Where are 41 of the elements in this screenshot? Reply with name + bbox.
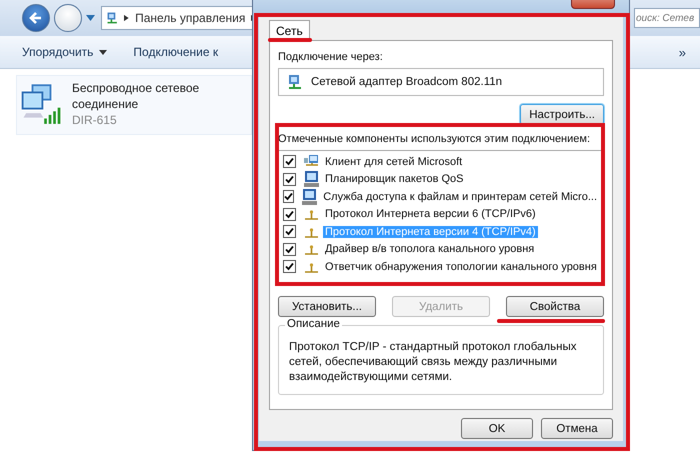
network-adapter-icon [287,74,303,90]
checkbox[interactable] [283,190,294,204]
computer-icon [301,188,318,205]
back-arrow-icon [29,11,43,25]
connection-item[interactable]: Беспроводное сетевое соединение DIR-615 [16,75,252,135]
component-action-button[interactable]: Установить... [278,296,376,317]
description-text: Протокол TCP/IP - стандартный протокол глобальных сетей, обеспечивающий связь между различными взаимодействующими сетями. [289,340,578,385]
component-item[interactable]: Клиент для сетей Microsoft [323,156,464,168]
toolbar-button[interactable]: Упорядочить [22,43,108,61]
component-item[interactable]: Планировщик пакетов QoS [323,173,466,186]
caret-icon [99,50,108,54]
dialog-button[interactable]: Отмена [541,418,613,439]
component-item[interactable]: Драйвер в/в тополога канального уровня [323,243,536,256]
component-item[interactable]: Служба доступа к файлам и принтерам сетей Micro... [321,190,599,203]
component-action-button[interactable]: Свойства [506,296,604,317]
underline-mark [268,38,312,42]
breadcrumb-item[interactable]: Панель управления [135,11,246,25]
forward-button[interactable] [54,4,82,32]
search-field[interactable]: оиск: Сетев [634,8,700,28]
configure-button[interactable]: Настроить... [520,104,604,125]
component-item[interactable]: Ответчик обнаружения топологии канального уровня [323,260,599,273]
description-title: Описание [285,318,342,330]
components-label: Отмеченные компоненты используются этим подключением: [278,133,592,145]
adapter-name: Сетевой адаптер Broadcom 802.11n [311,76,502,88]
checkbox[interactable] [283,260,296,274]
checkbox[interactable] [283,172,296,186]
checkbox[interactable] [283,242,296,256]
checkbox[interactable] [283,225,296,238]
back-button[interactable] [22,4,50,32]
network-icon [106,10,118,26]
connection-name: Беспроводное сетевое соединение [72,80,200,112]
connect-via-label: Подключение через: [278,51,384,63]
checkbox[interactable] [283,155,296,168]
checkbox[interactable] [283,208,296,221]
computer-icon [303,171,320,188]
dialog-button[interactable]: OK [461,418,533,439]
dropdown-caret-icon[interactable] [86,15,95,21]
network-name: DIR-615 [72,112,118,128]
component-item[interactable]: Протокол Интернета версии 6 (TCP/IPv6) [323,208,538,220]
more-button[interactable]: » [678,42,686,62]
toolbar-button[interactable]: Подключение к [133,43,218,61]
